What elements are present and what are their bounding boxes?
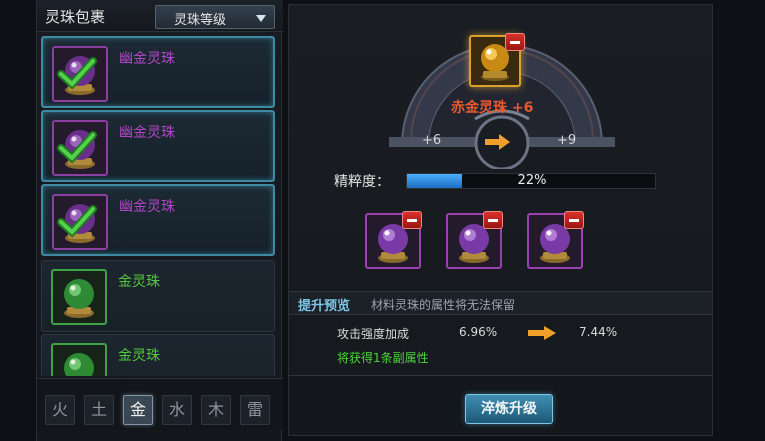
orb-list-item[interactable]: 幽金灵珠 [41, 184, 275, 256]
orb-name: 幽金灵珠 [119, 199, 175, 215]
orb-list-item[interactable]: 金灵珠 [41, 260, 275, 332]
remove-material-button[interactable] [483, 211, 503, 229]
tab-element-metal[interactable]: 金 [123, 395, 153, 425]
checkmark-icon [57, 131, 97, 164]
checkmark-icon [57, 57, 97, 90]
action-bar: 淬炼升级 [289, 375, 712, 435]
stat-next-value: 7.44% [579, 325, 618, 339]
orb-bag-header: 灵珠包裹 灵珠等级 [37, 0, 283, 32]
orb-list[interactable]: 幽金灵珠 幽金灵珠 幽金灵珠 金灵珠 金灵珠 [41, 36, 279, 376]
essence-label: 精粹度： [334, 174, 390, 190]
arrow-right-icon [528, 326, 556, 340]
checkmark-icon [57, 205, 97, 238]
stat-current-value: 6.96% [459, 325, 498, 339]
target-orb-name: 赤金灵珠 +6 [451, 100, 534, 116]
sort-dropdown[interactable]: 灵珠等级 [155, 5, 275, 29]
preview-note: 材料灵珠的属性将无法保留 [371, 298, 516, 312]
preview-title: 提升预览 [298, 299, 351, 314]
chevron-down-icon [256, 15, 266, 22]
orb-name: 金灵珠 [118, 348, 160, 364]
remove-material-button[interactable] [402, 211, 422, 229]
extra-attribute-note: 将获得1条副属性 [337, 351, 429, 365]
orb-list-item[interactable]: 幽金灵珠 [41, 110, 275, 182]
remove-target-button[interactable] [505, 33, 525, 51]
orb-name: 幽金灵珠 [119, 125, 175, 141]
arrow-right-icon [485, 134, 510, 150]
essence-percent: 22% [517, 173, 547, 188]
tab-element-wood[interactable]: 木 [201, 395, 231, 425]
refine-upgrade-button[interactable]: 淬炼升级 [465, 394, 553, 424]
orb-bag-panel: 灵珠包裹 灵珠等级 幽金灵珠 幽金灵珠 幽金灵珠 金灵珠 金灵珠 火 土 金 水… [36, 0, 283, 441]
green-orb-icon [51, 269, 107, 325]
tab-element-thunder[interactable]: 雷 [240, 395, 270, 425]
tab-element-fire[interactable]: 火 [45, 395, 75, 425]
remove-material-button[interactable] [564, 211, 584, 229]
stat-label: 攻击强度加成 [337, 327, 410, 341]
level-to: +9 [557, 133, 577, 148]
refine-panel: 赤金灵珠 +6 +6 +9 精粹度： 22% 提升预览 材料灵珠的属性将无法保留… [288, 4, 713, 436]
tab-element-water[interactable]: 水 [162, 395, 192, 425]
level-from: +6 [422, 133, 442, 148]
orb-bag-title: 灵珠包裹 [45, 8, 106, 26]
orb-name: 金灵珠 [118, 274, 160, 290]
essence-progress-bar: 22% [406, 173, 656, 189]
element-filter-tabs: 火 土 金 水 木 雷 [37, 378, 283, 430]
orb-name: 幽金灵珠 [119, 51, 175, 67]
sort-dropdown-label: 灵珠等级 [174, 13, 227, 28]
tab-element-earth[interactable]: 土 [84, 395, 114, 425]
preview-header: 提升预览 材料灵珠的属性将无法保留 [289, 291, 712, 315]
orb-list-item[interactable]: 幽金灵珠 [41, 36, 275, 108]
orb-list-item[interactable]: 金灵珠 [41, 334, 275, 376]
green-orb-icon [51, 343, 107, 376]
